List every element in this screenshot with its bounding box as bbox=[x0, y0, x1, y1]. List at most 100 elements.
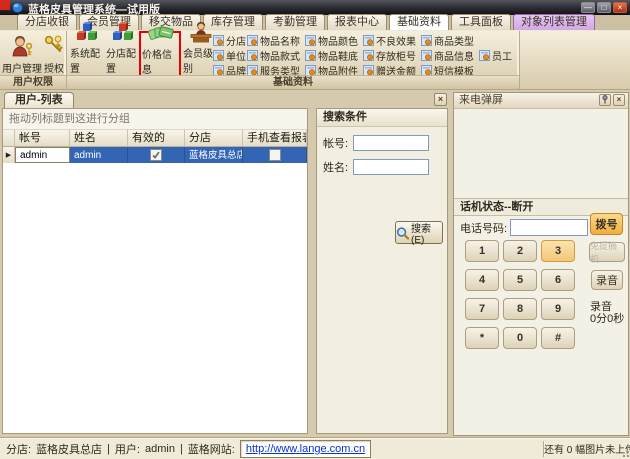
keypad-0[interactable]: 0 bbox=[503, 327, 537, 349]
toolbar-item-label: 分店配置 bbox=[106, 45, 140, 75]
toolbar-item-item-style[interactable]: 物品款式 bbox=[247, 48, 305, 63]
cell-account[interactable]: admin bbox=[15, 147, 70, 163]
keypad-3[interactable]: 3 bbox=[541, 240, 575, 262]
toolbar-item-label: 价格信息 bbox=[142, 46, 180, 76]
caller-panel-close-button[interactable]: × bbox=[613, 94, 625, 106]
cell-mobile-report[interactable] bbox=[243, 147, 307, 163]
keypad-7[interactable]: 7 bbox=[465, 298, 499, 320]
cell-valid[interactable] bbox=[128, 147, 185, 163]
account-input[interactable] bbox=[353, 135, 429, 151]
tab-attendance[interactable]: 考勤管理 bbox=[265, 14, 325, 30]
price-cards-icon bbox=[148, 22, 174, 44]
caller-panel-title-bar: 来电弹屏 × bbox=[454, 93, 628, 109]
name-input[interactable] bbox=[353, 159, 429, 175]
member-desk-icon bbox=[189, 21, 213, 43]
keypad-6[interactable]: 6 bbox=[541, 269, 575, 291]
grid-header-account[interactable]: 帐号 bbox=[15, 130, 70, 147]
table-row[interactable]: ▶ admin admin 蓝格皮具总店 bbox=[3, 147, 307, 163]
app-globe-icon bbox=[12, 2, 23, 13]
checkbox-unchecked[interactable] bbox=[269, 149, 281, 161]
form-gear-icon bbox=[247, 50, 258, 61]
close-button[interactable]: × bbox=[613, 2, 627, 13]
branch-label: 分店: bbox=[6, 441, 31, 457]
handsfree-button[interactable]: 免提摘机 bbox=[589, 242, 625, 262]
phone-number-label: 电话号码: bbox=[460, 220, 507, 236]
separator: | bbox=[107, 443, 110, 455]
toolbar-item-item-name[interactable]: 物品名称 bbox=[247, 33, 305, 48]
tab-basic-data[interactable]: 基础资料 bbox=[389, 14, 449, 30]
toolbar-item-price-info[interactable]: 价格信息 bbox=[142, 34, 180, 76]
tab-tool-panel[interactable]: 工具面板 bbox=[451, 14, 511, 30]
pin-icon bbox=[601, 95, 609, 104]
workspace-close-button[interactable]: × bbox=[434, 93, 447, 106]
toolbar-item-product-info[interactable]: 商品信息 bbox=[421, 48, 479, 63]
phone-number-input[interactable] bbox=[510, 219, 588, 236]
search-button[interactable]: 搜索(E) bbox=[395, 221, 443, 244]
record-duration-label: 录音 bbox=[590, 301, 624, 313]
keypad-4[interactable]: 4 bbox=[465, 269, 499, 291]
form-gear-icon bbox=[213, 35, 224, 46]
toolbar-item-label: 用户管理 bbox=[2, 60, 42, 75]
account-label: 帐号: bbox=[323, 135, 348, 151]
maximize-button[interactable]: □ bbox=[597, 2, 611, 13]
grid-header-valid[interactable]: 有效的 bbox=[128, 130, 185, 147]
website-link[interactable]: http://www.lange.com.cn bbox=[246, 443, 365, 455]
record-duration-value: 0分0秒 bbox=[590, 313, 624, 325]
keypad-star[interactable]: * bbox=[465, 327, 499, 349]
toolbar-group-user-rights: 用户管理 授权 用户权限 bbox=[0, 31, 67, 89]
minimize-button[interactable]: — bbox=[581, 2, 595, 13]
toolbar-item-user-management[interactable]: 用户管理 bbox=[2, 33, 42, 75]
checkbox-checked[interactable] bbox=[150, 149, 162, 161]
keypad-2[interactable]: 2 bbox=[503, 240, 537, 262]
grid-header-row: 帐号 姓名 有效的 分店 手机查看报表 bbox=[3, 130, 307, 147]
cell-branch[interactable]: 蓝格皮具总店 bbox=[185, 147, 243, 163]
basic-data-shortcut-grid: 分店 物品名称 物品颜色 不良效果 商品类型 单位 物品款式 物品鞋底 存放柜号… bbox=[213, 33, 513, 78]
form-gear-icon bbox=[479, 50, 490, 61]
toolbar-item-unit[interactable]: 单位 bbox=[213, 48, 247, 63]
pin-button[interactable] bbox=[599, 94, 611, 106]
annotation-red-box: 价格信息 bbox=[139, 31, 181, 77]
toolbar-item-label: 物品款式 bbox=[260, 48, 300, 63]
form-gear-icon bbox=[363, 50, 374, 61]
toolbar-item-authorize[interactable]: 授权 bbox=[43, 33, 65, 75]
tab-object-list-management[interactable]: 对象列表管理 bbox=[513, 14, 595, 30]
check-icon bbox=[151, 150, 161, 160]
separator: | bbox=[180, 443, 183, 455]
tab-reports[interactable]: 报表中心 bbox=[327, 14, 387, 30]
toolbar-item-label: 不良效果 bbox=[376, 33, 416, 48]
keypad-hash[interactable]: # bbox=[541, 327, 575, 349]
toolbar-item-item-sole[interactable]: 物品鞋底 bbox=[305, 48, 363, 63]
keypad-5[interactable]: 5 bbox=[503, 269, 537, 291]
toolbar-item-label: 物品鞋底 bbox=[318, 48, 358, 63]
name-label: 姓名: bbox=[323, 159, 348, 175]
toolbar-item-branch[interactable]: 分店 bbox=[213, 33, 247, 48]
grid-header-name[interactable]: 姓名 bbox=[70, 130, 128, 147]
form-gear-icon bbox=[305, 50, 316, 61]
keypad-8[interactable]: 8 bbox=[503, 298, 537, 320]
toolbar-item-label: 分店 bbox=[226, 33, 246, 48]
form-gear-icon bbox=[305, 35, 316, 46]
toolbar-item-storage-cabinet[interactable]: 存放柜号 bbox=[363, 48, 421, 63]
status-bar: 分店: 蓝格皮具总店 | 用户: admin | 蓝格网站: http://ww… bbox=[0, 437, 630, 459]
toolbar-item-system-config[interactable]: 系统配置 bbox=[70, 33, 104, 75]
toolbar-item-item-color[interactable]: 物品颜色 bbox=[305, 33, 363, 48]
cell-name[interactable]: admin bbox=[70, 147, 128, 163]
toolbar-item-staff[interactable]: 员工 bbox=[479, 48, 513, 63]
toolbar-group-label: 基础资料 bbox=[67, 75, 519, 89]
toolbar-item-label: 单位 bbox=[226, 48, 246, 63]
toolbar-item-label: 授权 bbox=[44, 60, 64, 75]
keys-icon bbox=[43, 34, 65, 58]
keypad-9[interactable]: 9 bbox=[541, 298, 575, 320]
toolbar-item-product-type[interactable]: 商品类型 bbox=[421, 33, 479, 48]
tab-branch-cashier[interactable]: 分店收银 bbox=[17, 14, 77, 30]
keypad-1[interactable]: 1 bbox=[465, 240, 499, 262]
resize-grip[interactable] bbox=[621, 449, 629, 457]
doc-tab-user-list[interactable]: 用户-列表 bbox=[4, 92, 74, 108]
toolbar-item-bad-effects[interactable]: 不良效果 bbox=[363, 33, 421, 48]
toolbar-item-label: 物品名称 bbox=[260, 33, 300, 48]
grid-header-mobile-report[interactable]: 手机查看报表 bbox=[243, 130, 307, 147]
dial-button[interactable]: 拨号 bbox=[590, 213, 623, 235]
grid-header-branch[interactable]: 分店 bbox=[185, 130, 243, 147]
toolbar-item-branch-config[interactable]: 分店配置 bbox=[106, 33, 140, 75]
record-button[interactable]: 录音 bbox=[591, 270, 623, 290]
